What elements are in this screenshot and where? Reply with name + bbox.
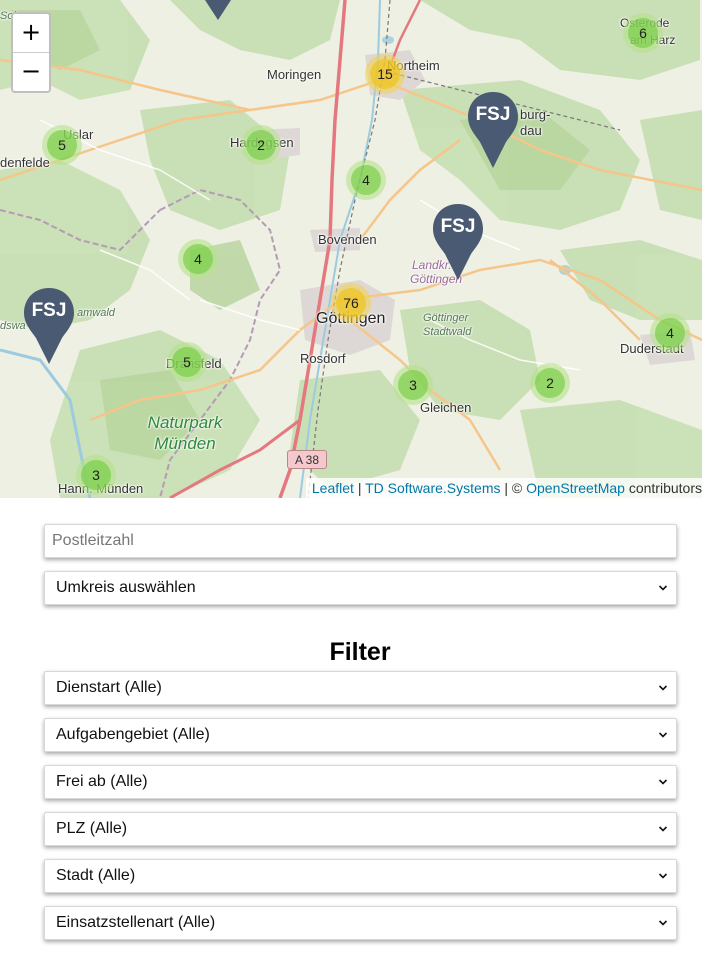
radius-select-label: Umkreis auswählen xyxy=(56,579,196,596)
select-label: Aufgabengebiet (Alle) xyxy=(56,726,210,743)
cluster-count: 3 xyxy=(81,460,111,490)
marker-cluster[interactable]: 2 xyxy=(241,125,281,165)
attribution-copyright: | © xyxy=(500,480,527,496)
cluster-count: 6 xyxy=(628,18,658,48)
marker-cluster[interactable]: 2 xyxy=(530,363,570,403)
place-label-bodenfelde: denfelde xyxy=(0,155,50,170)
einsatzstellenart-select[interactable]: Einsatzstellenart (Alle) xyxy=(44,906,677,940)
cluster-count: 15 xyxy=(370,59,400,89)
cluster-count: 2 xyxy=(246,130,276,160)
chevron-down-icon xyxy=(659,585,667,591)
marker-cluster[interactable]: 6 xyxy=(623,13,663,53)
stadt-select[interactable]: Stadt (Alle) xyxy=(44,859,677,893)
select-label: PLZ (Alle) xyxy=(56,820,128,837)
cluster-count: 5 xyxy=(47,130,77,160)
marker-cluster[interactable]: 5 xyxy=(167,342,207,382)
forest-label-bramwald: amwald xyxy=(77,307,115,319)
map-attribution: Leaflet | TD Software.Systems | © OpenSt… xyxy=(305,478,702,498)
marker-cluster[interactable]: 3 xyxy=(76,455,116,495)
select-label: Dienstart (Alle) xyxy=(56,679,162,696)
zoom-in-button[interactable]: + xyxy=(13,14,49,52)
fsj-marker-label: FSJ xyxy=(475,104,511,125)
chevron-down-icon xyxy=(659,732,667,738)
map-pin-icon xyxy=(433,204,483,280)
place-label-katlenburg: burg- xyxy=(520,107,551,122)
zoom-control: + − xyxy=(11,12,51,93)
attribution-separator: | xyxy=(353,480,366,496)
plz-select[interactable]: PLZ (Alle) xyxy=(44,812,677,846)
cluster-count: 76 xyxy=(336,288,366,318)
map-pin-icon[interactable] xyxy=(203,0,233,22)
plz-field xyxy=(44,524,677,558)
fsj-marker[interactable]: FSJ xyxy=(22,286,76,366)
chevron-down-icon xyxy=(659,826,667,832)
fsj-marker-label: FSJ xyxy=(440,216,476,237)
cluster-count: 4 xyxy=(183,244,213,274)
frei-ab-select[interactable]: Frei ab (Alle) xyxy=(44,765,677,799)
cluster-count: 5 xyxy=(172,347,202,377)
select-label: Frei ab (Alle) xyxy=(56,773,148,790)
map-pin-icon xyxy=(468,92,518,168)
map-pin-icon xyxy=(24,288,74,364)
openstreetmap-link[interactable]: OpenStreetMap xyxy=(526,480,625,496)
radius-select[interactable]: Umkreis auswählen xyxy=(44,571,677,605)
zoom-out-button[interactable]: − xyxy=(13,52,49,91)
map[interactable]: Moringen Northeim Uslar Hardegsen Bovend… xyxy=(0,0,702,498)
marker-cluster[interactable]: 76 xyxy=(331,283,371,323)
place-label-moringen: Moringen xyxy=(267,67,322,82)
marker-cluster[interactable]: 4 xyxy=(346,160,386,200)
leaflet-link[interactable]: Leaflet xyxy=(312,480,354,496)
marker-cluster[interactable]: 5 xyxy=(42,125,82,165)
attribution-contributors: contributors xyxy=(624,480,702,496)
marker-cluster[interactable]: 3 xyxy=(393,365,433,405)
park-label: Naturpark Münden xyxy=(135,412,235,454)
select-label: Stadt (Alle) xyxy=(56,867,136,884)
filter-heading: Filter xyxy=(329,638,391,666)
park-label-line2: Münden xyxy=(154,434,216,453)
forest-label-stadtwald: Stadtwald xyxy=(423,326,472,338)
chevron-down-icon xyxy=(659,779,667,785)
chevron-down-icon xyxy=(659,873,667,879)
place-label-gleichen: Gleichen xyxy=(420,400,472,415)
td-software-link[interactable]: TD Software.Systems xyxy=(365,480,500,496)
select-label: Einsatzstellenart (Alle) xyxy=(56,914,216,931)
cluster-count: 4 xyxy=(655,318,685,348)
forest-label-goettinger: Göttinger xyxy=(423,312,469,324)
cluster-count: 3 xyxy=(398,370,428,400)
marker-cluster[interactable]: 15 xyxy=(365,54,405,94)
map-tiles xyxy=(0,0,702,498)
marker-cluster[interactable]: 4 xyxy=(178,239,218,279)
park-label-line1: Naturpark xyxy=(147,413,223,432)
chevron-down-icon xyxy=(659,920,667,926)
fsj-marker[interactable]: FSJ xyxy=(466,90,520,170)
place-label-lindau: dau xyxy=(520,123,542,138)
place-label-rosdorf: Rosdorf xyxy=(300,351,346,366)
motorway-shield: A 38 xyxy=(287,450,327,469)
cluster-count: 2 xyxy=(535,368,565,398)
aufgabengebiet-select[interactable]: Aufgabengebiet (Alle) xyxy=(44,718,677,752)
place-label-bovenden: Bovenden xyxy=(318,232,377,247)
plz-input[interactable] xyxy=(45,525,676,557)
cluster-count: 4 xyxy=(351,165,381,195)
marker-cluster[interactable]: 4 xyxy=(650,313,690,353)
chevron-down-icon xyxy=(659,685,667,691)
dienstart-select[interactable]: Dienstart (Alle) xyxy=(44,671,677,705)
fsj-marker-label: FSJ xyxy=(31,300,67,321)
fsj-marker[interactable]: FSJ xyxy=(431,202,485,282)
